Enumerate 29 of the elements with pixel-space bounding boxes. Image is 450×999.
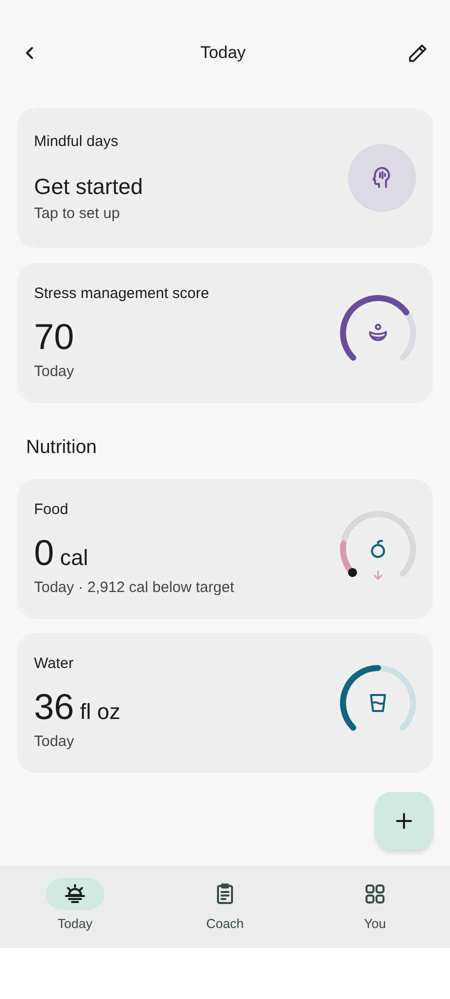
section-title: Nutrition (26, 436, 97, 460)
card-title: Mindful days (34, 132, 120, 152)
card-subtitle: Today (34, 362, 76, 382)
card-title: Food (34, 500, 70, 520)
card-value: 36 (34, 685, 74, 729)
card-value: Get started (34, 173, 143, 201)
card-unit: cal (60, 544, 88, 572)
card-title: Stress management score (34, 284, 210, 304)
start-dot-icon (348, 568, 357, 577)
card-subtitle: Today (34, 732, 76, 752)
down-arrow-icon (373, 570, 383, 580)
card-subtitle: Tap to set up (34, 204, 121, 224)
metric-card[interactable]: Water 36 fl oz Today (17, 633, 433, 773)
metric-card[interactable]: Stress management score 70 Today (17, 263, 433, 403)
pencil-icon (407, 42, 429, 64)
card-subtitle: Today · 2,912 cal below target (34, 578, 234, 598)
nav-tab[interactable]: Coach (150, 866, 300, 948)
card-unit: fl oz (80, 698, 120, 726)
sunrise-icon (63, 882, 87, 906)
nav-tab[interactable]: Today (0, 866, 150, 948)
card-value: 70 (34, 315, 74, 359)
plus-icon (395, 812, 413, 830)
page-title: Today (200, 42, 246, 64)
card-value: 0 (34, 531, 54, 575)
nav-tab[interactable]: You (300, 866, 450, 948)
card-title: Water (34, 654, 74, 674)
grid-icon (363, 882, 387, 906)
metric-card[interactable]: Mindful days Get started Tap to set up (17, 108, 433, 248)
metric-card[interactable]: Food 0 cal Today · 2,912 cal below target (17, 479, 433, 619)
